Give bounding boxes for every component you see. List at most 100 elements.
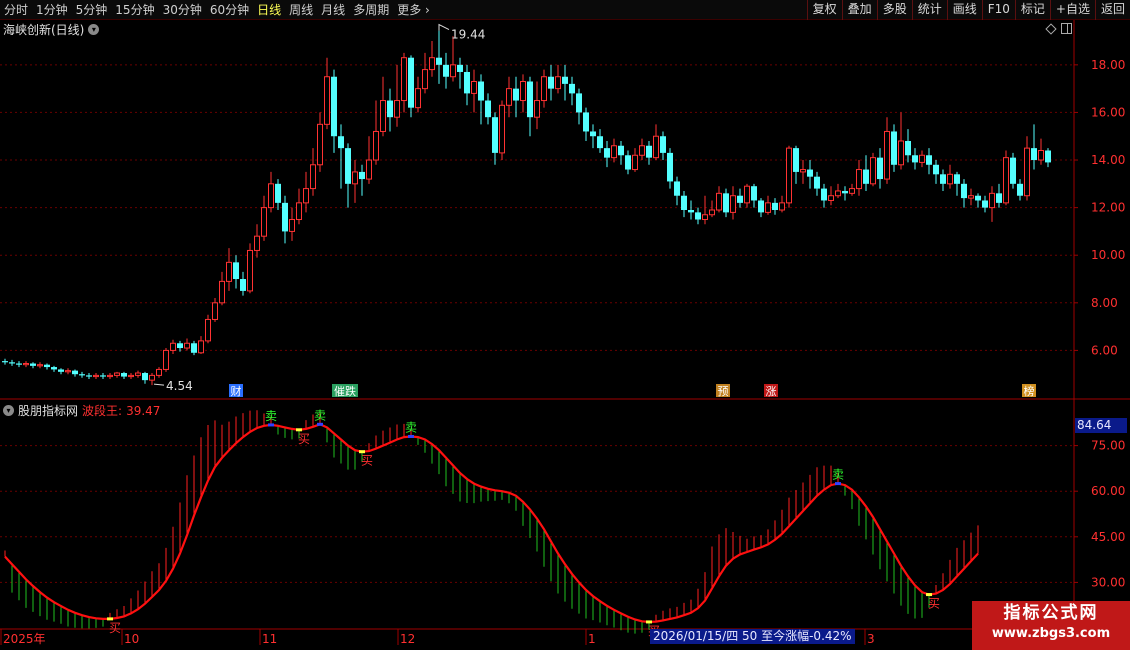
- candle-body-12: [86, 375, 92, 377]
- candle-body-80: [562, 76, 568, 84]
- high-marker-line: [438, 23, 450, 31]
- signal-dot-3: [317, 422, 323, 426]
- candle-body-100: [702, 214, 708, 221]
- chart-title: 海峡创新(日线): [3, 22, 85, 37]
- candle-body-50: [352, 171, 358, 185]
- candle-body-102: [716, 192, 722, 211]
- candle-body-43: [303, 188, 309, 204]
- candle-body-98: [688, 210, 694, 213]
- candle-body-104: [730, 195, 736, 213]
- candle-body-111: [779, 202, 785, 211]
- event-tag-3: 涨: [766, 385, 777, 398]
- candle-body-6: [44, 364, 50, 368]
- sell-signal-3: 卖: [314, 408, 326, 422]
- candle-body-44: [310, 164, 316, 190]
- candle-body-129: [905, 140, 911, 156]
- candle-body-132: [926, 155, 932, 165]
- candle-body-89: [625, 155, 631, 170]
- candle-body-59: [415, 88, 421, 109]
- candle-body-113: [793, 148, 799, 172]
- ind-tick-label-1: 60.00: [1091, 484, 1125, 498]
- candle-body-141: [989, 192, 995, 209]
- candle-body-45: [317, 123, 323, 166]
- candle-body-117: [821, 188, 827, 201]
- signal-dot-7: [835, 482, 841, 486]
- candle-body-105: [737, 195, 743, 203]
- candle-body-114: [800, 169, 806, 173]
- sell-signal-7: 卖: [832, 468, 844, 482]
- chevron-down-icon[interactable]: ▾: [88, 23, 100, 35]
- watermark-url: www.zbgs3.com: [991, 626, 1111, 641]
- candle-body-83: [583, 112, 589, 132]
- candle-body-101: [709, 209, 715, 216]
- price-tick-label-5: 8.00: [1091, 296, 1118, 310]
- candle-body-31: [219, 280, 225, 304]
- price-tick-label-2: 14.00: [1091, 153, 1125, 167]
- sell-signal-5: 卖: [405, 420, 417, 434]
- indicator-name: 波段王:: [82, 404, 123, 418]
- candle-body-78: [548, 76, 554, 89]
- candle-body-97: [681, 195, 687, 210]
- candle-body-123: [863, 169, 869, 184]
- candle-body-42: [296, 202, 302, 221]
- candle-body-126: [884, 130, 890, 180]
- candle-body-74: [520, 80, 526, 102]
- candle-body-17: [121, 373, 127, 377]
- candle-body-121: [849, 188, 855, 194]
- candle-body-125: [877, 157, 883, 180]
- candle-body-87: [611, 145, 617, 159]
- candle-body-69: [485, 100, 491, 118]
- candle-body-143: [1003, 157, 1009, 204]
- candle-body-94: [660, 136, 666, 153]
- candle-body-41: [289, 219, 295, 232]
- candle-body-134: [940, 174, 946, 184]
- status-date-box: 2026/01/15/四 50 至今涨幅-0.42%: [650, 629, 855, 644]
- candle-body-21: [149, 374, 155, 381]
- buy-signal-8: 买: [928, 597, 940, 611]
- candle-body-93: [653, 135, 659, 159]
- candle-body-47: [331, 76, 337, 137]
- candle-body-77: [541, 76, 547, 102]
- candle-body-139: [975, 195, 981, 201]
- indicator-title-bar: ▾ 股朋指标网 波段王: 39.47: [3, 402, 160, 419]
- candle-body-54: [380, 100, 386, 132]
- candle-body-2: [16, 363, 22, 365]
- candle-body-29: [205, 318, 211, 342]
- candle-body-107: [751, 186, 757, 201]
- chevron-down-icon[interactable]: ▾: [3, 405, 14, 416]
- candle-body-1: [9, 362, 15, 364]
- candle-body-64: [450, 64, 456, 78]
- candle-body-137: [961, 183, 967, 199]
- window-split-icon[interactable]: [1061, 23, 1072, 34]
- watermark-logo: 指标公式网 www.zbgs3.com: [972, 601, 1130, 650]
- candle-body-130: [912, 155, 918, 163]
- candle-body-127: [891, 131, 897, 165]
- candle-body-71: [499, 104, 505, 154]
- chart-canvas[interactable]: 18.00 16.00 14.00 12.00 10.00 8.00 6.00 75.00 60…: [0, 0, 1130, 650]
- candle-body-39: [275, 183, 281, 203]
- candle-body-135: [947, 173, 953, 185]
- candle-body-115: [807, 169, 813, 177]
- candle-body-36: [254, 235, 260, 251]
- candle-body-120: [842, 190, 848, 194]
- candle-body-61: [429, 57, 435, 71]
- time-label-4: 1: [588, 632, 596, 646]
- candle-body-81: [569, 83, 575, 94]
- event-tag-1: 催跌: [334, 384, 356, 398]
- candle-body-92: [646, 145, 652, 158]
- candle-body-66: [464, 71, 470, 94]
- price-tick-label-4: 10.00: [1091, 248, 1125, 262]
- candle-body-26: [184, 342, 190, 349]
- candle-body-13: [93, 374, 99, 378]
- chart-corner-icons: [1045, 22, 1072, 35]
- indicator-cursor-value: 84.64: [1075, 418, 1127, 433]
- candle-body-133: [933, 164, 939, 175]
- candle-body-106: [744, 185, 750, 204]
- price-tick-label-3: 12.00: [1091, 201, 1125, 215]
- candle-body-4: [30, 363, 36, 366]
- candle-body-75: [527, 81, 533, 118]
- candle-body-79: [555, 76, 561, 90]
- diamond-icon[interactable]: [1045, 22, 1057, 35]
- candle-body-5: [37, 364, 43, 367]
- signal-dot-5: [408, 434, 414, 438]
